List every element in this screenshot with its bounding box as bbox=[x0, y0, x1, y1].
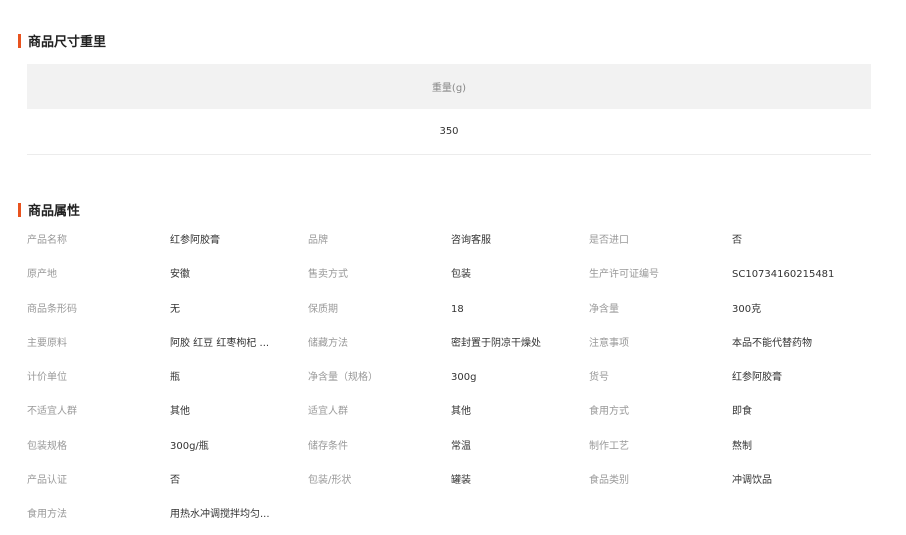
attr-grid: 产品名称 红参阿胶膏 品牌 咨询客服 是否进口否原产地 安徽 售卖方式 包装 生产许可证编号 SC… bbox=[27, 226, 887, 535]
attr-row: 商品条形码 无 保质期 18 净含量 300克 bbox=[27, 295, 887, 329]
attr-cell: 商品条形码 无 bbox=[27, 295, 308, 325]
size-section-title-text: 商品尺寸重里 bbox=[28, 35, 107, 50]
attr-row: 产品认证 否 包装/形状 罐装 食品类别 冲调饮品 bbox=[27, 466, 887, 500]
attr-row: 产品名称 红参阿胶膏 品牌 咨询客服 是否进口 否 bbox=[27, 226, 887, 260]
attr-value: 18 bbox=[451, 303, 464, 315]
attr-cell: 储藏方法 密封置于阴凉干燥处 bbox=[308, 329, 589, 359]
attr-label: 食品类别 bbox=[589, 475, 629, 487]
attr-cell: 净含量 300克 bbox=[589, 295, 870, 325]
attr-label: 储藏方法 bbox=[308, 337, 348, 349]
attr-row: 计价单位 瓶 净含量（规格） 300g 货号 红参阿胶膏 bbox=[27, 363, 887, 397]
attr-cell: 产品名称 红参阿胶膏 bbox=[27, 226, 308, 256]
attr-value: 冲调饮品 bbox=[732, 475, 772, 487]
attr-label: 食用方式 bbox=[589, 406, 629, 418]
attr-value: 熬制 bbox=[732, 440, 752, 452]
size-table-header: 重量(g) bbox=[27, 64, 871, 109]
attr-label: 制作工艺 bbox=[589, 440, 629, 452]
attr-cell: 原产地 安徽 bbox=[27, 260, 308, 290]
attr-label: 净含量 bbox=[589, 303, 619, 315]
attr-cell: 注意事项 本品不能代替药物 bbox=[589, 329, 870, 359]
attr-section-title: 商品属性 bbox=[18, 200, 80, 219]
attr-value: 本品不能代替药物 bbox=[732, 337, 812, 349]
attr-label: 包装规格 bbox=[27, 440, 67, 452]
attr-cell: 适宜人群 其他 bbox=[308, 397, 589, 427]
attr-label: 原产地 bbox=[27, 269, 57, 281]
attr-label: 是否进口 bbox=[589, 235, 629, 246]
attr-label: 保质期 bbox=[308, 303, 338, 315]
weight-value: 350 bbox=[439, 126, 459, 137]
attr-label: 货号 bbox=[589, 372, 609, 384]
attr-cell: 食用方式 即食 bbox=[589, 397, 870, 427]
attr-value: 否 bbox=[732, 235, 742, 246]
attr-value: 红参阿胶膏 bbox=[732, 372, 782, 384]
attr-label: 适宜人群 bbox=[308, 406, 348, 418]
accent-bar bbox=[18, 202, 21, 217]
attr-label: 产品认证 bbox=[27, 475, 67, 487]
attr-value: 咨询客服 bbox=[451, 235, 491, 246]
attr-value: 红参阿胶膏 bbox=[170, 235, 220, 246]
attr-value: 300g bbox=[451, 372, 477, 384]
attr-value: 常温 bbox=[451, 440, 471, 452]
attr-cell: 货号 红参阿胶膏 bbox=[589, 363, 870, 393]
attr-value: 包装 bbox=[451, 269, 471, 281]
attr-row: 主要原料 阿胶 红豆 红枣枸杞 ... 储藏方法 密封置于阴凉干燥处 注意事项 本品不能代… bbox=[27, 329, 887, 363]
attr-value: 安徽 bbox=[170, 269, 190, 281]
attr-label: 主要原料 bbox=[27, 337, 67, 349]
size-table: 重量(g) 350 bbox=[27, 64, 871, 155]
attr-row: 不适宜人群 其他 适宜人群 其他 食用方式 即食 bbox=[27, 397, 887, 431]
attr-label: 商品条形码 bbox=[27, 303, 77, 315]
attr-cell: 是否进口 否 bbox=[589, 226, 870, 256]
attr-cell: 主要原料 阿胶 红豆 红枣枸杞 ... bbox=[27, 329, 308, 359]
attr-label: 不适宜人群 bbox=[27, 406, 77, 418]
attr-value: 瓶 bbox=[170, 372, 180, 384]
attr-value: SC10734160215481 bbox=[732, 269, 835, 281]
attr-label: 品牌 bbox=[308, 235, 328, 246]
attr-label: 产品名称 bbox=[27, 235, 67, 246]
size-table-row: 350 bbox=[27, 109, 871, 155]
attr-cell: 净含量（规格） 300g bbox=[308, 363, 589, 393]
attr-value: 其他 bbox=[170, 406, 190, 418]
attr-cell: 不适宜人群 其他 bbox=[27, 397, 308, 427]
attr-value: 即食 bbox=[732, 406, 752, 418]
attr-label: 计价单位 bbox=[27, 372, 67, 384]
attr-value: 其他 bbox=[451, 406, 471, 418]
attr-label: 净含量（规格） bbox=[308, 372, 378, 384]
attr-value: 无 bbox=[170, 303, 180, 315]
attr-cell: 制作工艺 熬制 bbox=[589, 432, 870, 462]
attr-section-title-text: 商品属性 bbox=[28, 204, 81, 219]
attr-row: 原产地 安徽 售卖方式 包装 生产许可证编号 SC10734160215481 bbox=[27, 260, 887, 294]
attr-label: 生产许可证编号 bbox=[589, 269, 659, 281]
attr-value: 罐装 bbox=[451, 475, 471, 487]
attr-cell: 产品认证 否 bbox=[27, 466, 308, 496]
attr-label: 售卖方式 bbox=[308, 269, 348, 281]
attr-cell: 生产许可证编号 SC10734160215481 bbox=[589, 260, 870, 290]
attr-cell: 包装/形状 罐装 bbox=[308, 466, 589, 496]
attr-row: 食用方法 用热水冲调搅拌均匀... bbox=[27, 500, 887, 534]
attr-cell: 食品类别 冲调饮品 bbox=[589, 466, 870, 496]
attr-label: 食用方法 bbox=[27, 509, 67, 521]
attr-cell: 包装规格 300g/瓶 bbox=[27, 432, 308, 462]
attr-label: 包装/形状 bbox=[308, 475, 352, 487]
attr-value: 阿胶 红豆 红枣枸杞 ... bbox=[170, 337, 270, 349]
size-section-title: 商品尺寸重里 bbox=[18, 31, 106, 50]
attr-cell: 食用方法 用热水冲调搅拌均匀... bbox=[27, 500, 308, 530]
attr-cell: 计价单位 瓶 bbox=[27, 363, 308, 393]
attr-label: 储存条件 bbox=[308, 440, 348, 452]
attr-row: 包装规格 300g/瓶 储存条件 常温 制作工艺 熬制 bbox=[27, 432, 887, 466]
attr-value: 300克 bbox=[732, 303, 762, 315]
attr-value: 否 bbox=[170, 475, 180, 487]
attr-cell: 售卖方式 包装 bbox=[308, 260, 589, 290]
attr-value: 300g/瓶 bbox=[170, 440, 209, 452]
attr-label: 注意事项 bbox=[589, 337, 629, 349]
weight-header: 重量(g) bbox=[431, 83, 467, 94]
accent-bar bbox=[18, 33, 21, 48]
attr-value: 用热水冲调搅拌均匀... bbox=[170, 509, 270, 521]
attr-cell: 保质期 18 bbox=[308, 295, 589, 325]
attr-value: 密封置于阴凉干燥处 bbox=[451, 337, 541, 349]
attr-cell: 储存条件 常温 bbox=[308, 432, 589, 462]
attr-cell: 品牌 咨询客服 bbox=[308, 226, 589, 256]
